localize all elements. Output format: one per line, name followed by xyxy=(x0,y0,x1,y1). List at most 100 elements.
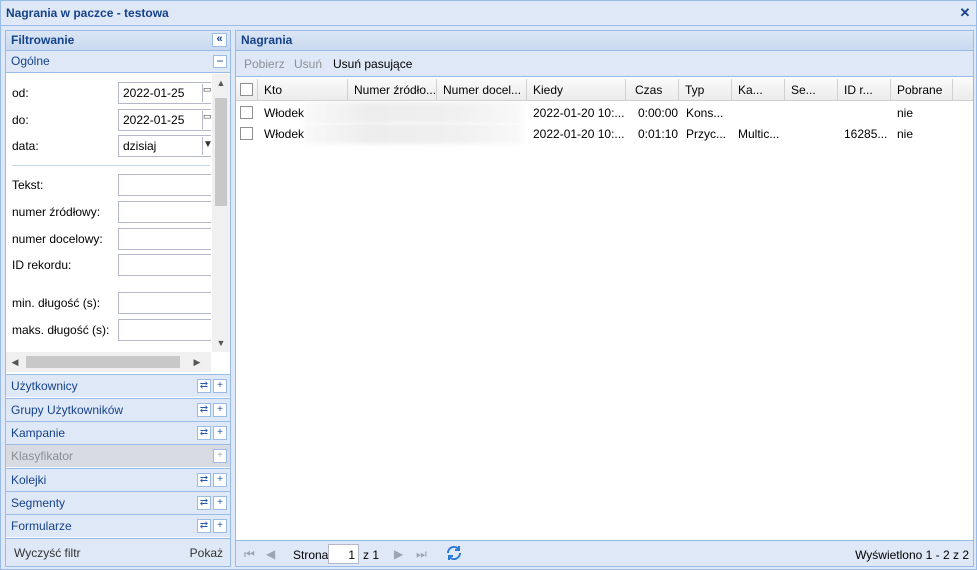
record-id-input[interactable] xyxy=(118,254,211,276)
who-cell: Włodek xyxy=(264,127,305,141)
accordion-user-groups[interactable]: Grupy Użytkowników ⇄ + xyxy=(6,398,230,421)
delete-button[interactable]: Usuń xyxy=(294,57,322,71)
min-length-label: min. długość (s): xyxy=(12,296,101,310)
date-range-select[interactable]: dzisiaj ▼ xyxy=(118,135,211,157)
source-number-input[interactable] xyxy=(118,201,211,223)
select-all-column[interactable] xyxy=(236,79,258,100)
column-header[interactable]: Kiedy xyxy=(527,79,626,100)
show-button[interactable]: Pokaż xyxy=(190,546,223,560)
filter-panel-title: Filtrowanie xyxy=(11,33,75,47)
column-header[interactable]: Numer docel... xyxy=(437,79,527,100)
delete-matching-button[interactable]: Usuń pasujące xyxy=(333,57,412,71)
refresh-icon[interactable]: ⇄ xyxy=(197,473,211,487)
collapse-panel-icon[interactable]: « xyxy=(212,33,227,47)
vertical-scrollbar[interactable]: ▲ ▼ xyxy=(212,74,230,352)
redacted-region xyxy=(304,102,522,123)
collapse-section-icon[interactable]: − xyxy=(213,55,227,68)
close-icon[interactable]: ✕ xyxy=(958,6,972,20)
select-all-checkbox[interactable] xyxy=(240,83,253,96)
column-header[interactable]: ID r... xyxy=(838,79,891,100)
text-input[interactable] xyxy=(118,174,211,196)
calendar-icon[interactable]: ▭ xyxy=(202,84,211,102)
date-from-field[interactable]: 2022-01-25 ▭ xyxy=(118,82,211,104)
refresh-icon[interactable]: ⇄ xyxy=(197,379,211,393)
who-cell: Włodek xyxy=(264,106,305,120)
accordion-users[interactable]: Użytkownicy ⇄ + xyxy=(6,374,230,397)
last-page-icon[interactable]: ⏭ xyxy=(416,547,427,562)
min-length-input[interactable] xyxy=(118,292,211,314)
page-number-input[interactable]: 1 xyxy=(328,544,359,564)
table-row[interactable]: Włodek 2022-01-20 10:... 0:00:00 Kons...… xyxy=(236,102,973,123)
table-row[interactable]: Włodek 2022-01-20 10:... 0:01:10 Przyc..… xyxy=(236,123,973,144)
page-label: Strona xyxy=(293,548,329,562)
row-checkbox[interactable] xyxy=(240,106,253,119)
dest-number-input[interactable] xyxy=(118,228,211,250)
general-section-header[interactable]: Ogólne − xyxy=(6,51,230,73)
accordion-campaigns[interactable]: Kampanie ⇄ + xyxy=(6,421,230,444)
date-from-row: od: 2022-01-25 ▭ xyxy=(12,82,211,104)
accordion-label: Klasyfikator xyxy=(11,449,74,463)
recordings-panel-header: Nagrania xyxy=(236,31,973,51)
refresh-icon[interactable]: ⇄ xyxy=(197,519,211,533)
accordion-label: Formularze xyxy=(11,519,72,533)
row-checkbox[interactable] xyxy=(240,127,253,140)
add-icon[interactable]: + xyxy=(213,403,227,417)
date-from-label: od: xyxy=(12,86,29,100)
accordion-queues[interactable]: Kolejki ⇄ + xyxy=(6,468,230,491)
date-to-row: do: 2022-01-25 ▭ xyxy=(12,109,211,131)
recordings-panel: Nagrania Pobierz Usuń Usuń pasujące Kto … xyxy=(235,30,974,567)
date-to-label: do: xyxy=(12,113,29,127)
column-header[interactable]: Se... xyxy=(785,79,838,100)
scroll-left-icon[interactable]: ◀ xyxy=(6,352,24,372)
redacted-region xyxy=(304,123,522,144)
first-page-icon[interactable]: ⏮ xyxy=(244,547,255,562)
campaign-cell: Multic... xyxy=(738,127,780,141)
record-id-label: ID rekordu: xyxy=(12,258,72,272)
when-cell: 2022-01-20 10:... xyxy=(533,106,625,120)
clear-filter-button[interactable]: Wyczyść filtr xyxy=(14,546,81,560)
accordion-segments[interactable]: Segmenty ⇄ + xyxy=(6,491,230,514)
max-length-input[interactable] xyxy=(118,319,211,341)
column-header[interactable]: Ka... xyxy=(732,79,785,100)
refresh-icon[interactable]: ⇄ xyxy=(197,426,211,440)
scroll-down-icon[interactable]: ▼ xyxy=(212,334,230,352)
add-icon[interactable]: + xyxy=(213,496,227,510)
refresh-icon[interactable]: ⇄ xyxy=(197,403,211,417)
add-icon[interactable]: + xyxy=(213,379,227,393)
scroll-up-icon[interactable]: ▲ xyxy=(212,74,230,92)
filter-panel: Filtrowanie « Ogólne − od: 2022-01-25 ▭ d… xyxy=(5,30,231,567)
max-length-label: maks. długość (s): xyxy=(12,323,110,337)
refresh-icon[interactable] xyxy=(445,544,463,562)
add-icon[interactable]: + xyxy=(213,519,227,533)
column-header[interactable]: Typ xyxy=(679,79,732,100)
prev-page-icon[interactable]: ◀ xyxy=(266,547,275,561)
dest-number-label: numer docelowy: xyxy=(12,232,103,246)
text-row: Tekst: xyxy=(12,174,211,196)
pagination-bar: ⏮ ◀ Strona 1 z 1 ▶ ⏭ Wyświetlono 1 - 2 z… xyxy=(236,540,973,566)
grid-header: Kto Numer źródło... Numer docel... Kiedy… xyxy=(236,79,973,101)
column-header[interactable]: Pobrane xyxy=(891,79,953,100)
recordings-panel-title: Nagrania xyxy=(241,33,293,47)
column-header[interactable]: Numer źródło... xyxy=(348,79,437,100)
date-range-value: dzisiaj xyxy=(123,139,157,153)
date-to-field[interactable]: 2022-01-25 ▭ xyxy=(118,109,211,131)
recordings-toolbar: Pobierz Usuń Usuń pasujące xyxy=(236,51,973,77)
next-page-icon[interactable]: ▶ xyxy=(394,547,403,561)
date-range-row: data: dzisiaj ▼ xyxy=(12,135,211,157)
download-button[interactable]: Pobierz xyxy=(244,57,285,71)
add-icon[interactable]: + xyxy=(213,473,227,487)
displayed-count: Wyświetlono 1 - 2 z 2 xyxy=(855,548,969,562)
window-titlebar[interactable]: Nagrania w paczce - testowa ✕ xyxy=(1,1,976,26)
add-icon[interactable]: + xyxy=(213,426,227,440)
chevron-down-icon[interactable]: ▼ xyxy=(202,137,211,155)
scroll-thumb[interactable] xyxy=(215,98,227,206)
accordion-forms[interactable]: Formularze ⇄ + xyxy=(6,514,230,537)
scroll-right-icon[interactable]: ▶ xyxy=(188,352,206,372)
horizontal-scrollbar[interactable]: ◀ ▶ xyxy=(6,352,211,372)
downloaded-cell: nie xyxy=(897,106,914,120)
column-header[interactable]: Czas xyxy=(626,79,679,100)
refresh-icon[interactable]: ⇄ xyxy=(197,496,211,510)
scroll-thumb[interactable] xyxy=(26,356,180,368)
calendar-icon[interactable]: ▭ xyxy=(202,111,211,129)
column-header[interactable]: Kto xyxy=(258,79,348,100)
